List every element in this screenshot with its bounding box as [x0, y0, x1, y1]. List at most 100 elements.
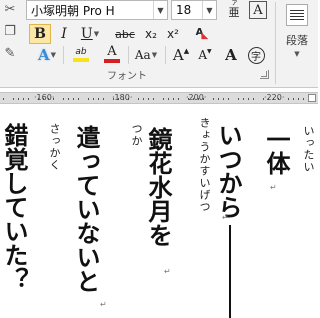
phonetic-guide-glyph: 亜 — [228, 6, 240, 19]
bold-button[interactable]: B — [29, 24, 51, 44]
chevron-down-icon[interactable]: ▼ — [51, 51, 56, 59]
char-border-glyph: A — [253, 2, 263, 18]
ruler-tick — [238, 98, 239, 100]
ruby-text: さっかく — [48, 123, 61, 171]
font-group-label: フォント — [107, 71, 147, 82]
strikethrough-button[interactable]: abc — [111, 24, 139, 44]
vertical-text-line: いつから — [214, 123, 243, 219]
vertical-text-line: 一体 — [262, 127, 291, 175]
paragraph-button[interactable]: 段落 ▼ — [279, 2, 315, 80]
ruby-button[interactable]: A — [221, 45, 241, 65]
italic-button[interactable]: I — [55, 24, 73, 44]
ruler-tick — [13, 98, 14, 100]
underline-button[interactable]: U ▼ — [78, 24, 102, 44]
ruler-tick — [28, 98, 29, 100]
ruler-tick — [243, 98, 244, 100]
text-effects-glyph: A — [37, 46, 50, 64]
highlight-glyph: ab — [75, 46, 87, 57]
chevron-down-icon: ▼ — [294, 50, 300, 58]
superscript-label: x² — [167, 27, 179, 41]
clipboard-group: ✂ ❐ ✎ — [0, 0, 22, 88]
ruler-tick — [178, 98, 179, 100]
font-name-select[interactable]: 小塚明朝 Pro H ▼ — [26, 0, 168, 20]
ruler-label: ·180· — [112, 93, 133, 102]
ruler-tick — [163, 98, 164, 100]
ruler-tick — [153, 98, 154, 100]
phonetic-guide-button[interactable]: ア 亜 — [223, 0, 245, 20]
shrink-font-glyph: A — [198, 48, 208, 62]
change-case-button[interactable]: Aa ▼ — [132, 45, 160, 65]
change-case-glyph: Aa — [134, 48, 151, 62]
ruler-tick — [148, 98, 149, 100]
grow-font-button[interactable]: A ▲ — [170, 45, 192, 65]
separator — [165, 46, 166, 64]
chevron-down-icon[interactable]: ▼ — [153, 1, 167, 19]
ruby-glyph: A — [225, 46, 237, 64]
ruler-tick — [218, 98, 219, 100]
font-color-button[interactable]: A — [100, 44, 124, 64]
document-area[interactable]: いったい 一体 ↵ いつから ↵ きょうかすいげつ 鏡花水月を ↵ つか 遣って… — [0, 105, 318, 318]
copy-icon[interactable]: ❐ — [2, 24, 18, 40]
ruler-tick — [293, 98, 294, 100]
ruby-text: いったい — [302, 125, 315, 173]
ruler-tick — [298, 98, 299, 100]
ruler-tick — [78, 98, 79, 100]
font-name-value: 小塚明朝 Pro H — [31, 3, 115, 18]
ruler-tick — [173, 98, 174, 100]
shrink-font-button[interactable]: A ▼ — [195, 45, 215, 65]
strikethrough-label: abc — [115, 27, 135, 41]
paragraph-mark: ↵ — [270, 183, 277, 192]
ruler-tick — [288, 98, 289, 100]
group-separator — [275, 2, 276, 84]
ruler-tick — [168, 98, 169, 100]
paragraph-label: 段落 — [286, 34, 308, 47]
highlight-button[interactable]: ab — [66, 44, 96, 64]
clear-formatting-button[interactable]: A ◣ — [190, 22, 214, 42]
char-border-button[interactable]: A — [249, 1, 267, 19]
font-size-value: 18 — [176, 3, 192, 17]
ruler-tick — [138, 98, 139, 100]
italic-label: I — [61, 26, 67, 42]
ruby-text: つか — [130, 123, 143, 147]
arrow-up-icon: ▲ — [183, 47, 190, 55]
enclose-glyph: 字 — [247, 46, 265, 64]
ruler-label: ·220· — [264, 93, 285, 102]
chevron-down-icon[interactable]: ▼ — [152, 51, 157, 59]
font-size-select[interactable]: 18 ▼ — [171, 0, 217, 20]
ruler-tick — [98, 98, 99, 100]
ruler-tick — [73, 98, 74, 100]
enclose-characters-button[interactable]: 字 — [246, 45, 266, 65]
arrow-down-icon: ▼ — [207, 47, 212, 55]
ruler-tick — [213, 98, 214, 100]
chevron-down-icon[interactable]: ▼ — [94, 30, 99, 38]
cut-icon[interactable]: ✂ — [2, 2, 18, 18]
text-effects-button[interactable]: A ▼ — [33, 45, 61, 65]
indent-marker[interactable] — [308, 94, 316, 102]
ruler-tick — [93, 98, 94, 100]
paragraph-icon — [286, 4, 308, 26]
chevron-down-icon[interactable]: ▼ — [202, 1, 216, 19]
font-color-swatch — [104, 59, 120, 63]
font-color-glyph: A — [107, 44, 117, 59]
ruler-tick — [3, 98, 4, 100]
ruler-tick — [303, 98, 304, 100]
highlight-color-swatch — [73, 57, 89, 62]
ruler-tick — [63, 98, 64, 100]
superscript-button[interactable]: x² — [162, 24, 184, 44]
horizontal-ruler[interactable]: ·160· ·180· ·200· ·220· — [0, 92, 318, 104]
dialog-launcher-icon[interactable] — [260, 70, 269, 79]
ruler-tick — [228, 98, 229, 100]
subscript-button[interactable]: x₂ — [140, 24, 162, 44]
separator — [128, 46, 129, 64]
ruby-text: きょうかすいげつ — [198, 117, 211, 213]
ruler-tick — [18, 98, 19, 100]
ruler-label: ·200· — [186, 93, 207, 102]
ruler-label: ·160· — [34, 93, 55, 102]
eraser-icon: ◣ — [201, 31, 209, 41]
ruler-tick — [68, 98, 69, 100]
ruler-tick — [88, 98, 89, 100]
vertical-text-line: 錯覚していた？ — [0, 123, 29, 291]
paragraph-mark: ↵ — [222, 213, 229, 222]
format-painter-icon[interactable]: ✎ — [2, 46, 18, 62]
paragraph-mark: ↵ — [164, 267, 171, 276]
